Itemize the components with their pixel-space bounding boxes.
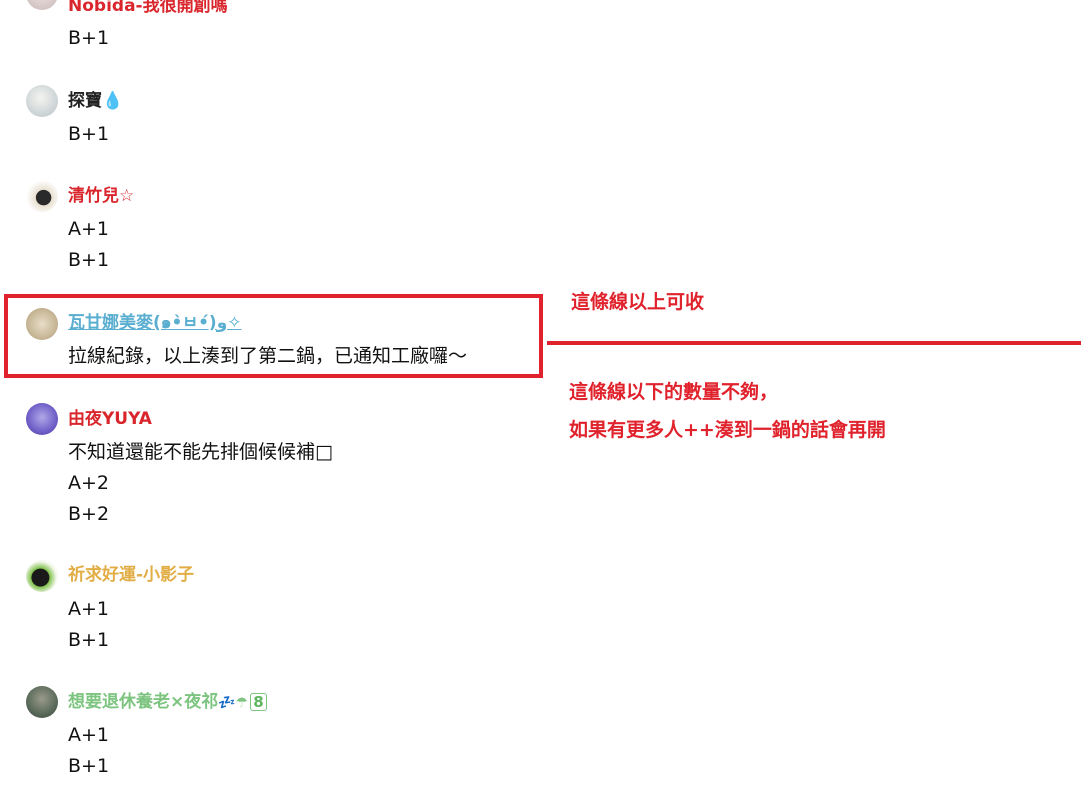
commenter-name[interactable]: 祈求好運-小影子 — [68, 564, 194, 586]
comment-line: 拉線紀錄，以上湊到了第二鍋，已通知工廠囉～ — [68, 345, 468, 367]
commenter-name[interactable]: 瓦甘娜美麥(๑•̀ㅂ•́)و✧ — [68, 312, 242, 334]
annotation-below-line-1: 這條線以下的數量不夠， — [569, 381, 779, 403]
avatar[interactable] — [26, 180, 58, 212]
avatar[interactable] — [26, 560, 58, 592]
comment-line: B+1 — [68, 249, 110, 271]
comment-line: A+1 — [68, 598, 110, 620]
comment-line: A+2 — [68, 472, 110, 494]
commenter-name[interactable]: 清竹兒☆ — [68, 185, 134, 207]
avatar[interactable] — [26, 0, 58, 10]
level-badge: 8 — [250, 693, 267, 711]
avatar[interactable] — [26, 403, 58, 435]
comment-line: B+1 — [68, 123, 110, 145]
commenter-name[interactable]: Nobida-我很開創嗎 — [68, 0, 228, 17]
threshold-line — [547, 341, 1081, 345]
annotation-above-line: 這條線以上可收 — [571, 291, 705, 313]
avatar[interactable] — [26, 308, 58, 340]
commenter-name-text: 想要退休養老×夜祁 — [68, 692, 219, 712]
status-emoji-icons: 💤☂ — [218, 695, 249, 711]
commenter-name[interactable]: 想要退休養老×夜祁💤☂ 8 — [68, 691, 267, 714]
avatar[interactable] — [26, 85, 58, 117]
commenter-name[interactable]: 由夜YUYA — [68, 408, 152, 430]
comment-line: B+1 — [68, 755, 110, 777]
comment-line: A+1 — [68, 218, 110, 240]
annotation-below-line-2: 如果有更多人++湊到一鍋的話會再開 — [569, 419, 886, 441]
avatar[interactable] — [26, 686, 58, 718]
comment-line: B+2 — [68, 503, 110, 525]
commenter-name[interactable]: 探寶💧 — [68, 90, 123, 112]
comment-line: A+1 — [68, 724, 110, 746]
comment-line: B+1 — [68, 27, 110, 49]
comment-line: 不知道還能不能先排個候候補□ — [68, 441, 333, 463]
comment-line: B+1 — [68, 629, 110, 651]
